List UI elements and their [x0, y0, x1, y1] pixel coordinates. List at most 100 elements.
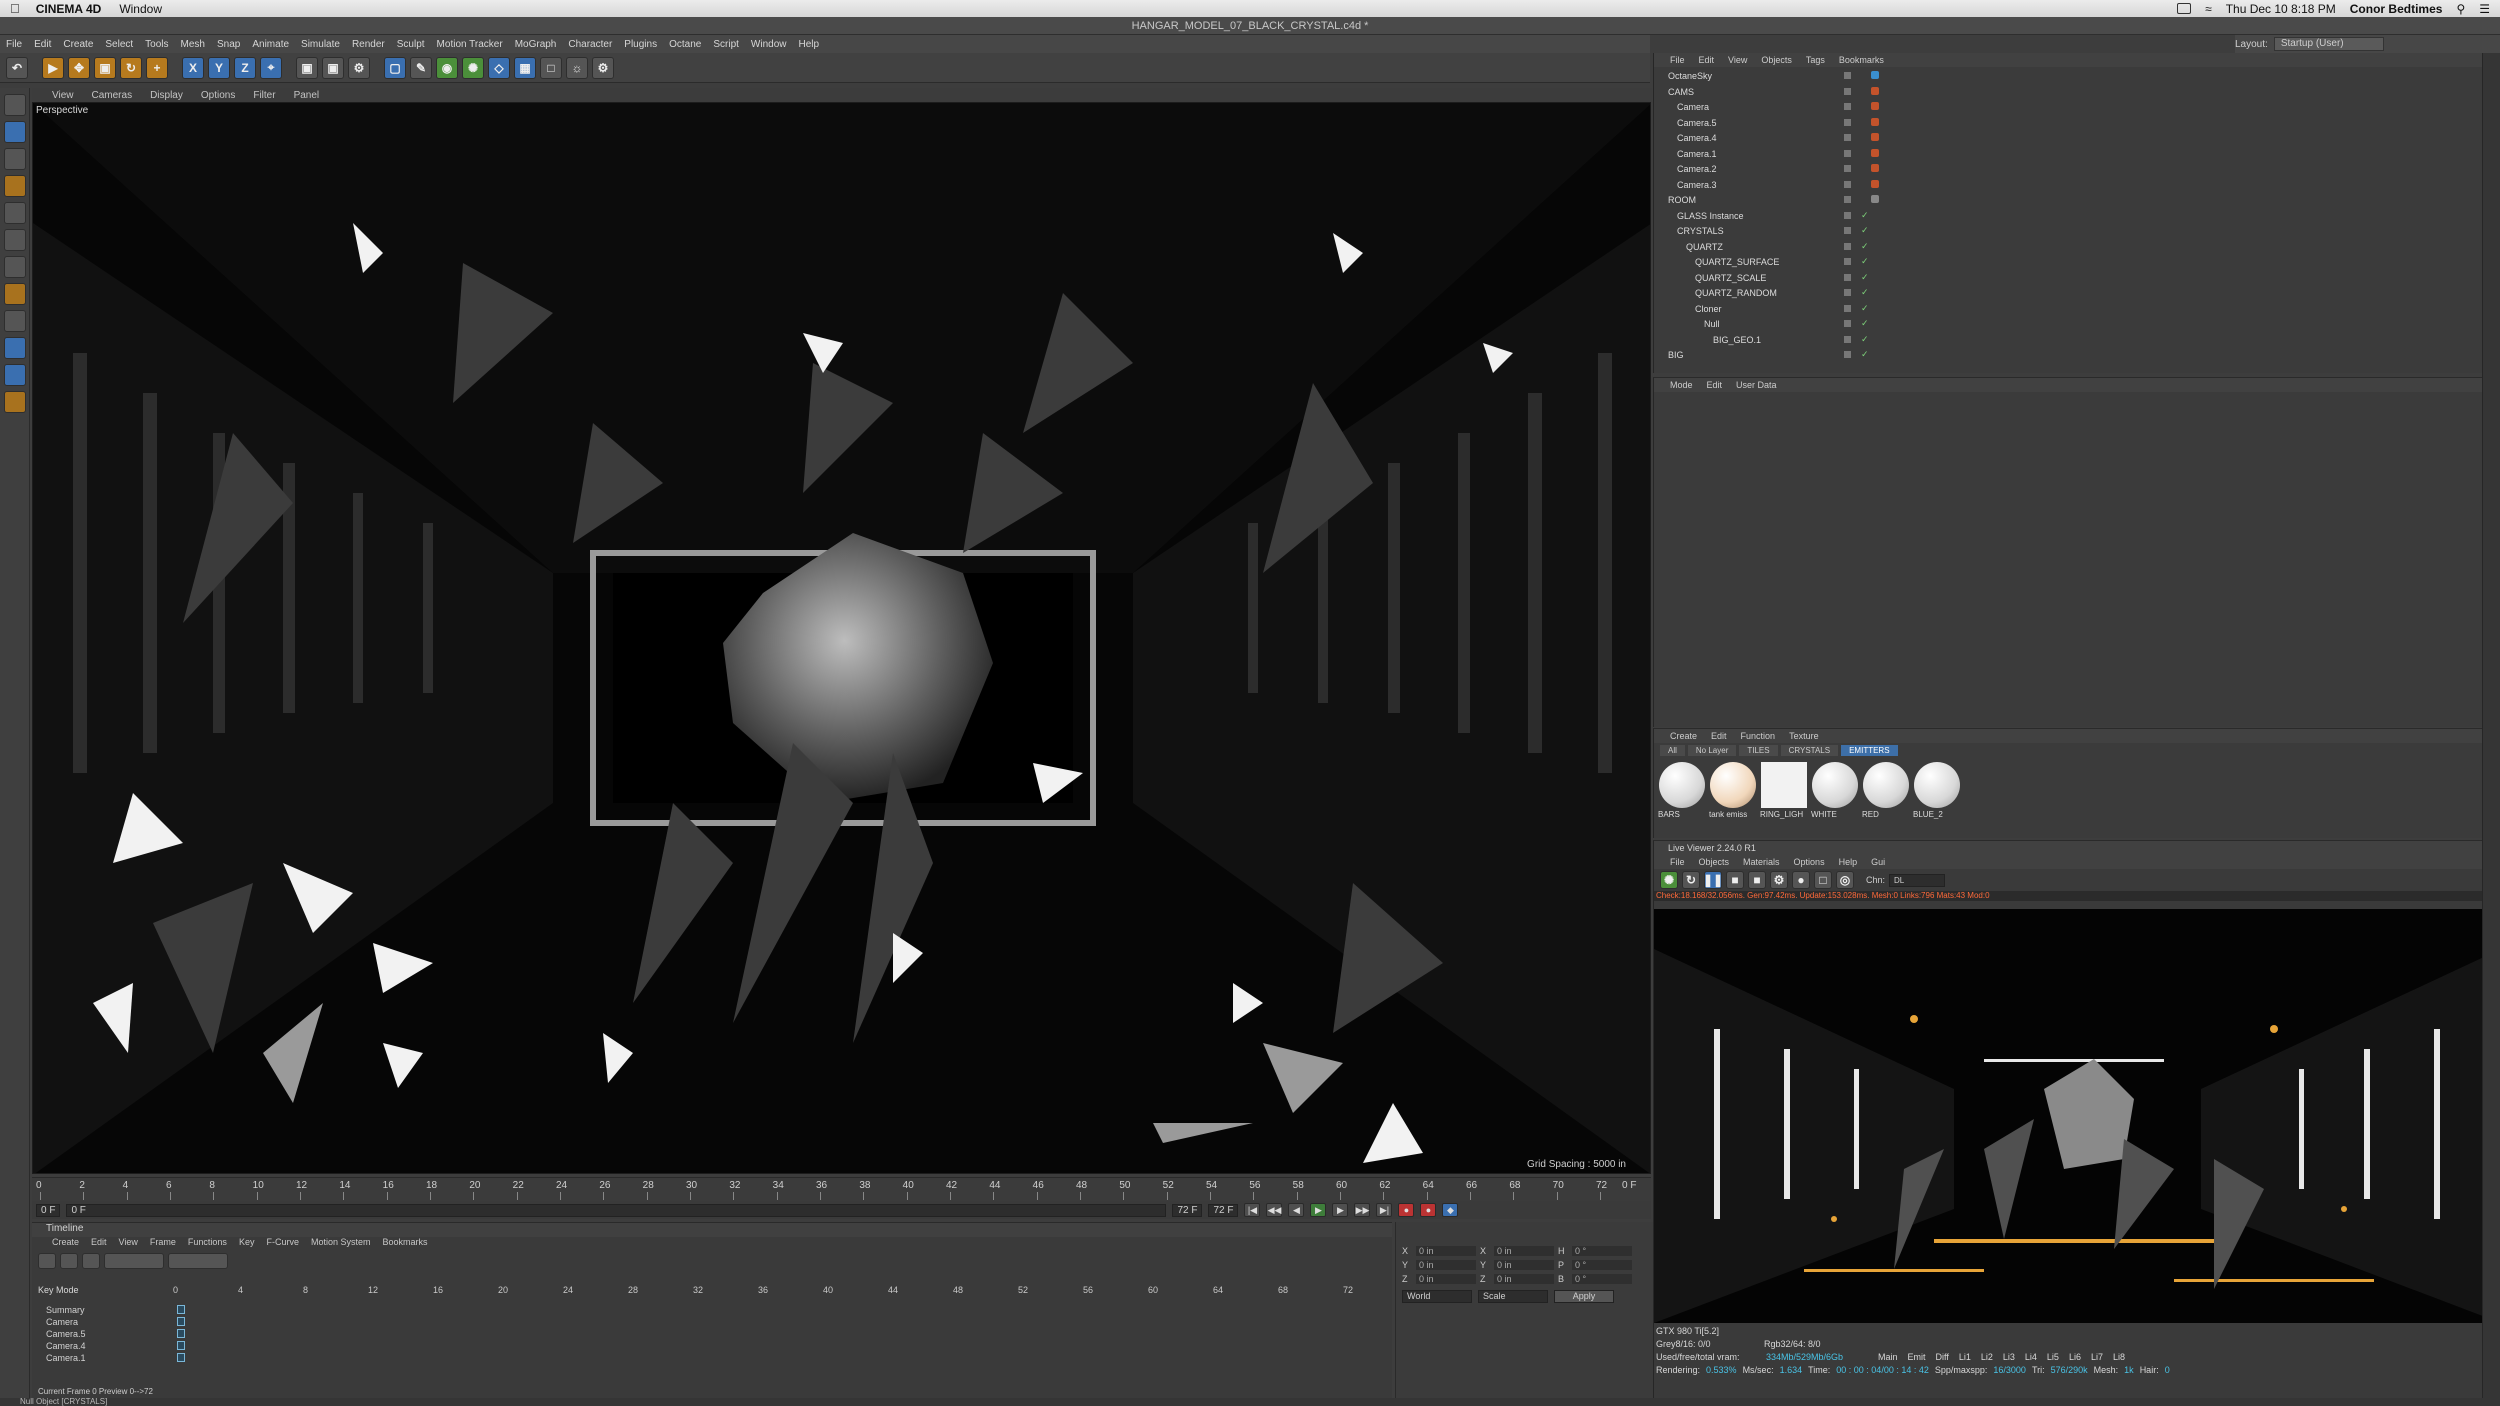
timeline-track[interactable]: Camera.5 — [32, 1329, 172, 1339]
model-mode-icon[interactable] — [3, 121, 26, 143]
menu-motion-tracker[interactable]: Motion Tracker — [437, 39, 503, 50]
coordinate-system-icon[interactable]: ⌖ — [260, 56, 282, 79]
object-tag-icon[interactable] — [1871, 133, 1879, 141]
timeline-track[interactable]: Camera — [32, 1317, 172, 1327]
snap-timeline-icon[interactable] — [104, 1253, 164, 1269]
undo-icon[interactable]: ↶ — [6, 56, 28, 79]
deformer-icon[interactable]: ◇ — [488, 56, 510, 79]
pick-focus-icon[interactable]: ◎ — [1836, 871, 1854, 889]
am-menu-edit[interactable]: Edit — [1707, 380, 1723, 390]
workplane-icon[interactable] — [3, 175, 26, 197]
object-row[interactable]: QUARTZ_SCALE ✓ — [1654, 271, 2483, 286]
visibility-toggle[interactable] — [1844, 103, 1851, 110]
am-menu-user-data[interactable]: User Data — [1736, 380, 1777, 390]
visibility-toggle[interactable] — [1844, 165, 1851, 172]
menu-plugins[interactable]: Plugins — [624, 39, 657, 50]
planar-workplane-icon[interactable] — [3, 391, 26, 413]
coord-field[interactable]: 0 in — [1494, 1246, 1554, 1256]
preview-range-slider[interactable]: 0 F — [66, 1203, 1167, 1217]
coord-field[interactable]: 0 in — [1416, 1274, 1476, 1284]
menu-sculpt[interactable]: Sculpt — [397, 39, 425, 50]
scale-dropdown[interactable]: Scale — [1478, 1290, 1548, 1303]
object-row[interactable]: Cloner ✓ — [1654, 302, 2483, 317]
menu-snap[interactable]: Snap — [217, 39, 240, 50]
object-row[interactable]: Camera.2 — [1654, 162, 2483, 177]
object-row[interactable]: BIG ✓ — [1654, 348, 2483, 363]
visibility-toggle[interactable] — [1844, 134, 1851, 141]
enabled-check-icon[interactable]: ✓ — [1861, 349, 1869, 360]
visibility-toggle[interactable] — [1844, 118, 1851, 126]
object-row[interactable]: Camera.5 — [1654, 116, 2483, 131]
next-key-icon[interactable]: ▶▶ — [1354, 1203, 1371, 1217]
om-menu-file[interactable]: File — [1670, 55, 1685, 65]
floor-icon[interactable]: ▦ — [514, 56, 536, 79]
visibility-toggle[interactable] — [1844, 258, 1851, 265]
visibility-toggle[interactable] — [1844, 335, 1851, 343]
coord-field[interactable]: 0 ° — [1572, 1260, 1632, 1270]
mac-menu-window[interactable]: Window — [119, 2, 162, 16]
mm-menu-function[interactable]: Function — [1741, 731, 1776, 741]
notification-icon[interactable]: ☰ — [2479, 2, 2490, 16]
goto-end-icon[interactable]: ▶| — [1376, 1203, 1393, 1217]
apple-icon[interactable]:  — [10, 1, 20, 16]
object-tag-icon[interactable] — [1871, 179, 1879, 188]
object-row[interactable]: CAMS — [1654, 85, 2483, 100]
om-menu-objects[interactable]: Objects — [1761, 55, 1792, 65]
material-swatch[interactable]: WHITE — [1811, 761, 1859, 819]
pass-li6[interactable]: Li6 — [2069, 1351, 2081, 1364]
material-swatch[interactable]: BLUE_2 — [1913, 761, 1961, 819]
pass-diff[interactable]: Diff — [1936, 1351, 1949, 1364]
om-menu-edit[interactable]: Edit — [1699, 55, 1715, 65]
visibility-toggle[interactable] — [1844, 227, 1851, 234]
mm-menu-create[interactable]: Create — [1670, 731, 1697, 741]
timeline-track[interactable]: Camera.4 — [32, 1341, 172, 1351]
tweak-icon[interactable] — [3, 310, 26, 332]
pass-li8[interactable]: Li8 — [2113, 1351, 2125, 1364]
visibility-toggle[interactable] — [1844, 242, 1851, 250]
object-row[interactable]: CRYSTALS ✓ — [1654, 224, 2483, 239]
timeline-track[interactable]: Summary — [32, 1305, 172, 1315]
menu-select[interactable]: Select — [105, 39, 133, 50]
viewport-menu-view[interactable]: View — [52, 90, 74, 101]
timeline-menu-key[interactable]: Key — [239, 1237, 255, 1251]
object-row[interactable]: Camera.4 — [1654, 131, 2483, 146]
enabled-check-icon[interactable]: ✓ — [1861, 210, 1869, 221]
timeline-menu-functions[interactable]: Functions — [188, 1237, 227, 1251]
timeline-menu-motion-system[interactable]: Motion System — [311, 1237, 371, 1251]
object-tag-icon[interactable] — [1871, 195, 1879, 203]
object-tag-icon[interactable] — [1871, 164, 1879, 172]
key-mode-icon[interactable] — [38, 1253, 56, 1269]
cube-icon[interactable]: ▢ — [384, 56, 406, 79]
visibility-toggle[interactable] — [1844, 149, 1851, 157]
next-frame-icon[interactable]: ▶ — [1332, 1203, 1349, 1217]
visibility-toggle[interactable] — [1844, 196, 1851, 203]
region-icon[interactable]: □ — [1814, 871, 1832, 889]
timeline-menu-bookmarks[interactable]: Bookmarks — [383, 1237, 428, 1251]
edges-mode-icon[interactable] — [3, 229, 26, 251]
object-tag-icon[interactable] — [1871, 71, 1879, 79]
material-swatch[interactable]: tank emiss — [1709, 761, 1757, 819]
om-menu-bookmarks[interactable]: Bookmarks — [1839, 55, 1884, 65]
pause-icon[interactable]: ❚❚ — [1703, 871, 1723, 889]
pass-li2[interactable]: Li2 — [1981, 1351, 1993, 1364]
menu-simulate[interactable]: Simulate — [301, 39, 340, 50]
coord-field[interactable]: 0 ° — [1572, 1246, 1632, 1256]
rotate-icon[interactable]: ↻ — [120, 56, 142, 79]
menu-animate[interactable]: Animate — [252, 39, 289, 50]
light-icon[interactable]: ☼ — [566, 56, 588, 79]
lock-workplane-icon[interactable] — [3, 364, 26, 386]
pass-li4[interactable]: Li4 — [2025, 1351, 2037, 1364]
pen-icon[interactable]: ✎ — [410, 56, 432, 79]
mm-menu-edit[interactable]: Edit — [1711, 731, 1727, 741]
render-settings-icon[interactable]: ⚙ — [348, 56, 370, 79]
prev-key-icon[interactable]: ◀◀ — [1266, 1203, 1283, 1217]
settings-icon[interactable]: ⚙ — [1770, 871, 1788, 889]
timeline-menu-create[interactable]: Create — [52, 1237, 79, 1251]
object-row[interactable]: Null ✓ — [1654, 317, 2483, 332]
object-row[interactable]: QUARTZ_SURFACE ✓ — [1654, 255, 2483, 270]
object-tag-icon[interactable] — [1871, 86, 1879, 95]
pass-li1[interactable]: Li1 — [1959, 1351, 1971, 1364]
pass-emit[interactable]: Emit — [1908, 1351, 1926, 1364]
material-swatch[interactable]: RING_LIGH — [1760, 761, 1808, 819]
stop-icon[interactable]: ■ — [1726, 871, 1744, 889]
